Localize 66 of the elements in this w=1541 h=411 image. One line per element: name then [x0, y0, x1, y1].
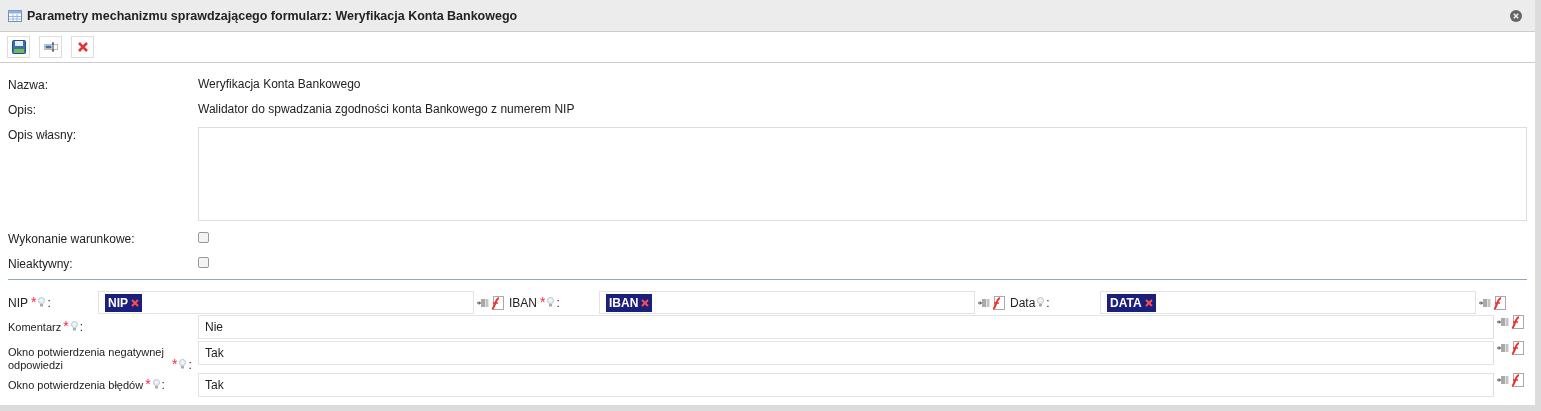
label-colon: : [161, 379, 165, 392]
label-colon: : [188, 359, 192, 372]
tag-text: IBAN [609, 295, 639, 310]
field-label: Nazwa: [8, 77, 49, 92]
save-button[interactable] [7, 36, 30, 58]
tag-field[interactable]: IBAN [599, 291, 975, 314]
value-field[interactable]: Nie [198, 315, 1494, 339]
delete-button[interactable] [71, 36, 94, 58]
required-mark: * [63, 320, 69, 332]
lightbulb-icon [70, 321, 78, 331]
parameter-label: NIP [8, 295, 28, 310]
insert-icon[interactable] [477, 297, 489, 308]
tag-field[interactable]: NIP [98, 291, 474, 314]
insert-icon[interactable] [1497, 317, 1509, 327]
description-field[interactable] [198, 127, 1527, 221]
function-icon[interactable] [1511, 373, 1524, 387]
value-field[interactable]: Tak [198, 373, 1494, 397]
checkbox[interactable] [198, 232, 209, 243]
function-icon[interactable] [1493, 295, 1506, 310]
parameter-label: Okno potwierdzenia błędów [8, 379, 144, 392]
field-label: Wykonanie warunkowe: [8, 231, 136, 246]
insert-icon[interactable] [1497, 343, 1509, 353]
field-label: Nieaktywny: [8, 256, 74, 271]
value-field[interactable]: Tak [198, 341, 1494, 365]
function-icon[interactable] [992, 295, 1005, 310]
label-colon: : [47, 295, 51, 310]
field-value: Weryfikacja Konta Bankowego [198, 76, 361, 91]
label-colon: : [556, 295, 560, 310]
field-value: Walidator do spwadzania zgodności konta Bankowego z numerem NIP [198, 101, 575, 116]
lightbulb-icon [152, 379, 160, 389]
lightbulb-icon [547, 296, 555, 307]
lightbulb-icon [179, 359, 187, 369]
remove-icon[interactable] [1144, 298, 1153, 307]
tag-text: DATA [1110, 295, 1142, 310]
window-title: Parametry mechanizmu sprawdzającego formularz: Weryfikacja Konta Bankowego [27, 8, 519, 23]
lightbulb-icon [38, 296, 46, 307]
checkbox[interactable] [198, 257, 209, 268]
function-icon[interactable] [1511, 341, 1524, 355]
field-label: Opis własny: [8, 127, 78, 142]
parameter-label: IBAN [509, 295, 537, 310]
lightbulb-icon [1037, 296, 1045, 307]
remove-icon[interactable] [641, 298, 650, 307]
required-mark: * [172, 358, 178, 370]
floppy-icon [11, 40, 26, 54]
cross-icon [76, 41, 89, 53]
label-colon: : [1046, 295, 1050, 310]
parameter-label: Okno potwierdzenia negatywnej odpowiedzi [8, 346, 165, 372]
tag-text: NIP [108, 295, 128, 310]
required-mark: * [31, 293, 37, 310]
parameter-label: Komentarz [8, 321, 62, 334]
text-cursor-icon [43, 42, 58, 52]
close-icon[interactable] [1510, 9, 1522, 22]
rename-button[interactable] [39, 36, 62, 58]
function-icon[interactable] [491, 295, 504, 310]
table-icon [8, 9, 22, 22]
label-colon: : [79, 321, 83, 334]
field-label: Opis: [8, 102, 37, 117]
insert-icon[interactable] [978, 297, 990, 308]
function-icon[interactable] [1511, 315, 1524, 329]
required-mark: * [145, 378, 151, 390]
parameter-label: Data [1010, 295, 1036, 310]
insert-icon[interactable] [1497, 375, 1509, 385]
tag-field[interactable]: DATA [1100, 291, 1476, 314]
remove-icon[interactable] [131, 298, 139, 307]
required-mark: * [540, 293, 546, 310]
insert-icon[interactable] [1479, 297, 1491, 308]
